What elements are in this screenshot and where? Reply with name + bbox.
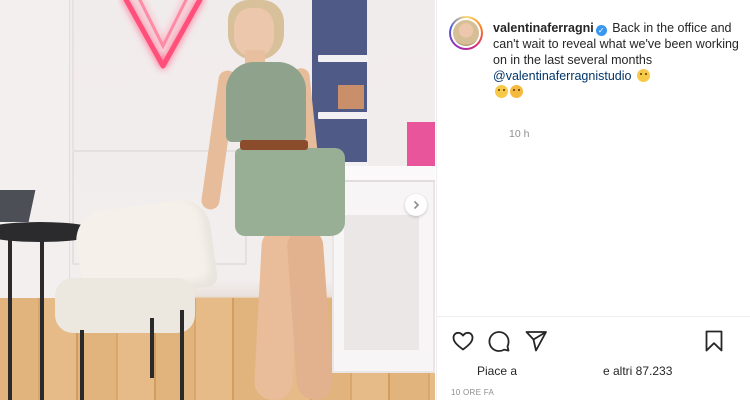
verified-badge-icon: ✓ xyxy=(595,25,607,36)
chair-seat xyxy=(55,278,195,333)
shorts xyxy=(235,148,345,236)
desk-leg xyxy=(40,235,44,400)
pink-books xyxy=(407,122,435,172)
avatar[interactable] xyxy=(449,16,483,50)
emoji xyxy=(636,69,650,82)
comment-icon xyxy=(488,331,510,352)
avatar-image xyxy=(453,20,479,46)
save-button[interactable] xyxy=(702,329,726,353)
chevron-right-icon xyxy=(413,200,420,210)
share-icon xyxy=(525,331,547,352)
belt xyxy=(240,140,308,150)
chair-leg xyxy=(180,310,184,400)
comment-button[interactable] xyxy=(487,329,511,353)
timestamp[interactable]: 10 h xyxy=(509,128,529,140)
emoji xyxy=(495,85,508,98)
likes-prefix: Piace a xyxy=(477,364,518,378)
tank-top xyxy=(226,62,306,142)
heart-icon xyxy=(452,331,474,351)
share-button[interactable] xyxy=(524,329,548,353)
emoji xyxy=(510,85,523,98)
caption: valentinaferragni ✓ Back in the office an… xyxy=(493,20,750,100)
face xyxy=(234,8,274,56)
post-side-panel: valentinaferragni ✓ Back in the office an… xyxy=(436,0,750,400)
person xyxy=(190,0,360,400)
post-date[interactable]: 10 ORE FA xyxy=(451,388,494,397)
carousel-next-button[interactable] xyxy=(405,194,427,216)
leg xyxy=(286,226,334,400)
likes-count-link[interactable]: e altri 87.233 xyxy=(603,364,672,378)
chair-leg xyxy=(80,330,84,400)
bookmark-icon xyxy=(705,330,723,352)
chair-leg xyxy=(150,318,154,378)
action-bar: Piace a e altri 87.233 10 ORE FA xyxy=(437,316,750,400)
username-link[interactable]: valentinaferragni xyxy=(493,21,594,35)
post-photo[interactable] xyxy=(0,0,435,400)
like-button[interactable] xyxy=(451,329,475,353)
mention-link[interactable]: @valentinaferragnistudio xyxy=(493,69,631,83)
desk-leg xyxy=(8,235,12,400)
